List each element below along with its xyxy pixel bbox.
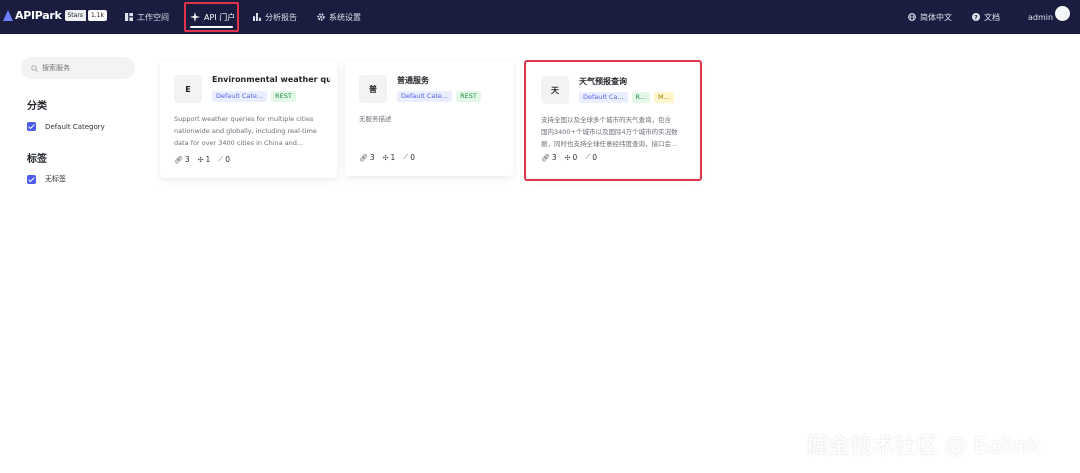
- desc-line: Support weather queries for multiple cit…: [174, 115, 314, 123]
- docs-link[interactable]: ? 文档: [972, 0, 1000, 34]
- svg-text:?: ?: [974, 14, 978, 21]
- api-count: 🔗︎ 3: [174, 155, 190, 164]
- category-heading: 分类: [27, 101, 47, 112]
- line-chart-icon: ⟋: [218, 155, 224, 163]
- service-avatar: E: [174, 75, 202, 103]
- desc-line: data for over 3400 cities in China and..…: [174, 139, 304, 147]
- subscriber-count-value: 1: [390, 153, 396, 162]
- call-count: ⟋ 0: [403, 153, 415, 162]
- service-tags: Default Cate... REST: [397, 91, 485, 102]
- github-stars-label: Stars: [64, 9, 86, 21]
- language-label: 简体中文: [920, 12, 952, 22]
- globe-icon: [908, 13, 916, 21]
- nav-analytics[interactable]: 分析报告: [253, 0, 297, 34]
- search-input[interactable]: [42, 64, 132, 72]
- watermark: 掘金技术社区 @ Eolink: [806, 434, 1041, 459]
- service-stats: 🔗︎ 3 ✣ 1 ⟋ 0: [174, 155, 238, 164]
- api-count: 🔗︎ 3: [359, 153, 375, 162]
- service-title: Environmental weather quer: [212, 75, 330, 84]
- username: admin: [1028, 12, 1054, 22]
- user-menu[interactable]: admin: [1028, 0, 1053, 34]
- subscribe-icon: ✣: [382, 153, 389, 162]
- language-switcher[interactable]: 简体中文: [908, 0, 952, 34]
- checkbox[interactable]: [27, 122, 36, 131]
- api-count-value: 3: [184, 155, 190, 164]
- desc-line: nationwide and globally, including real-…: [174, 127, 317, 135]
- nav-settings-label: 系统设置: [329, 12, 361, 22]
- github-stars-count: 1.1k: [87, 9, 107, 21]
- github-stars-badge[interactable]: Stars 1.1k: [64, 9, 107, 21]
- service-card[interactable]: 普 普通服务 Default Cate... REST 无服务描述 🔗︎ 3 ✣ 1…: [345, 61, 513, 176]
- service-stats: 🔗︎ 3 ✣ 1 ⟋ 0: [359, 153, 423, 162]
- api-count-value: 3: [369, 153, 375, 162]
- tag-heading: 标签: [27, 154, 47, 165]
- apipark-logo[interactable]: APIPark Stars 1.1k: [3, 8, 107, 22]
- category-tag: Default Cate...: [212, 91, 268, 102]
- nav-workspace-label: 工作空间: [137, 12, 169, 22]
- line-chart-icon: ⟋: [403, 153, 409, 161]
- protocol-tag: REST: [456, 91, 481, 102]
- gear-icon: [317, 13, 325, 21]
- nav-analytics-label: 分析报告: [265, 12, 297, 22]
- logo-text: APIPark: [15, 8, 62, 22]
- tag-label: 无标签: [45, 175, 66, 183]
- category-filter-default[interactable]: Default Category: [27, 122, 105, 131]
- link-icon: 🔗︎: [359, 153, 368, 162]
- call-count-value: 0: [410, 153, 416, 162]
- subscriber-count-value: 1: [205, 155, 211, 164]
- call-count-value: 0: [225, 155, 231, 164]
- grid-icon: [125, 13, 133, 21]
- service-card[interactable]: E Environmental weather quer Default Cat…: [160, 61, 337, 178]
- search-box[interactable]: [21, 57, 135, 79]
- card-highlight-box: [524, 60, 702, 181]
- nav-workspace[interactable]: 工作空间: [125, 0, 169, 34]
- protocol-tag: REST: [271, 91, 296, 102]
- category-label: Default Category: [45, 122, 105, 131]
- help-circle-icon: ?: [972, 13, 980, 21]
- search-icon: [31, 64, 38, 72]
- category-tag: Default Cate...: [397, 91, 453, 102]
- nav-settings[interactable]: 系统设置: [317, 0, 361, 34]
- top-navbar: APIPark Stars 1.1k 工作空间 API 门户 分析报告 系统设置…: [0, 0, 1080, 34]
- tag-filter-none[interactable]: 无标签: [27, 174, 66, 184]
- avatar[interactable]: [1055, 6, 1070, 21]
- service-avatar: 普: [359, 75, 387, 103]
- service-description: Support weather queries for multiple cit…: [174, 113, 317, 149]
- service-title: 普通服务: [397, 76, 429, 85]
- logo-icon: [3, 9, 13, 21]
- link-icon: 🔗︎: [174, 155, 183, 164]
- docs-label: 文档: [984, 12, 1000, 22]
- desc-line: 无服务描述: [359, 115, 392, 123]
- nav-highlight-box: [184, 2, 239, 32]
- bar-chart-icon: [253, 13, 261, 21]
- service-description: 无服务描述: [359, 113, 392, 125]
- subscriber-count: ✣ 1: [198, 155, 211, 164]
- call-count: ⟋ 0: [218, 155, 230, 164]
- subscriber-count: ✣ 1: [383, 153, 396, 162]
- checkbox[interactable]: [27, 174, 36, 184]
- subscribe-icon: ✣: [197, 155, 204, 164]
- service-tags: Default Cate... REST: [212, 91, 300, 102]
